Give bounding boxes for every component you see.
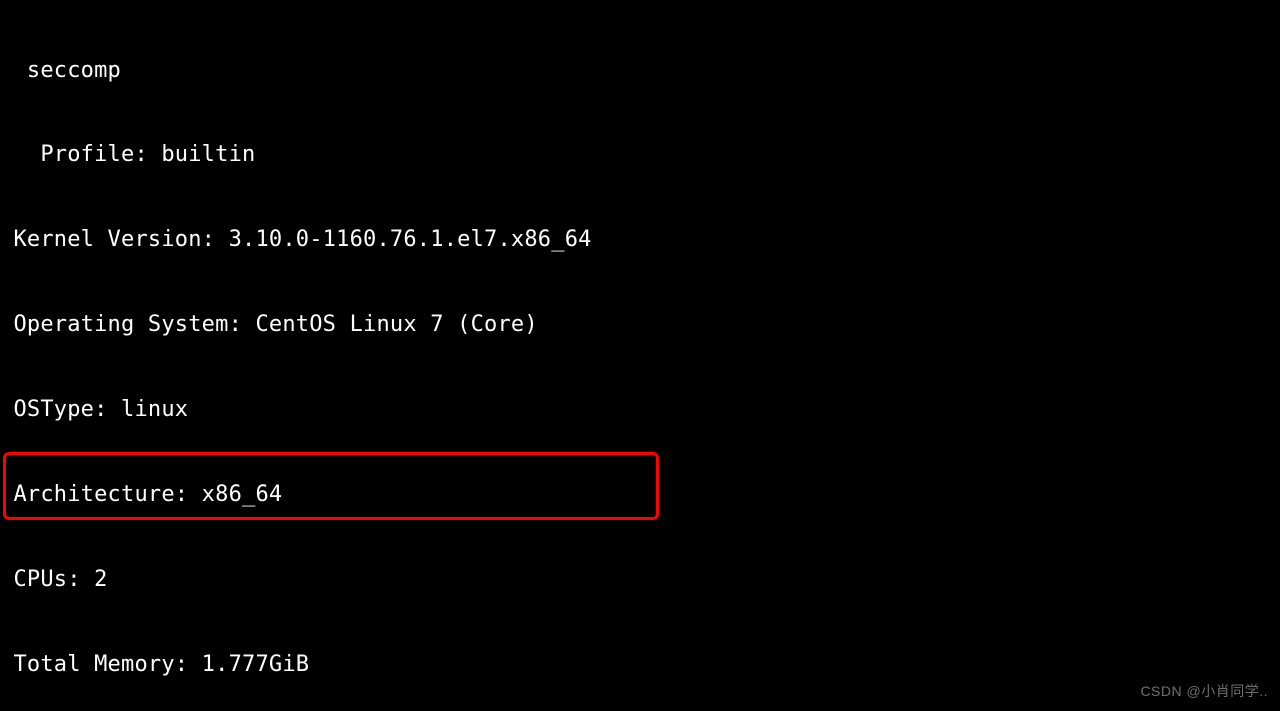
terminal-window[interactable]: seccomp Profile: builtin Kernel Version:… — [0, 0, 1280, 711]
line-operating-system: Operating System: CentOS Linux 7 (Core) — [0, 311, 1280, 339]
line-seccomp: seccomp — [0, 57, 1280, 85]
line-total-memory: Total Memory: 1.777GiB — [0, 651, 1280, 679]
line-cpus: CPUs: 2 — [0, 566, 1280, 594]
line-architecture: Architecture: x86_64 — [0, 481, 1280, 509]
line-seccomp-profile: Profile: builtin — [0, 141, 1280, 169]
watermark: CSDN @小肖同学.. — [1140, 677, 1268, 705]
line-os-type: OSType: linux — [0, 396, 1280, 424]
line-kernel-version: Kernel Version: 3.10.0-1160.76.1.el7.x86… — [0, 226, 1280, 254]
